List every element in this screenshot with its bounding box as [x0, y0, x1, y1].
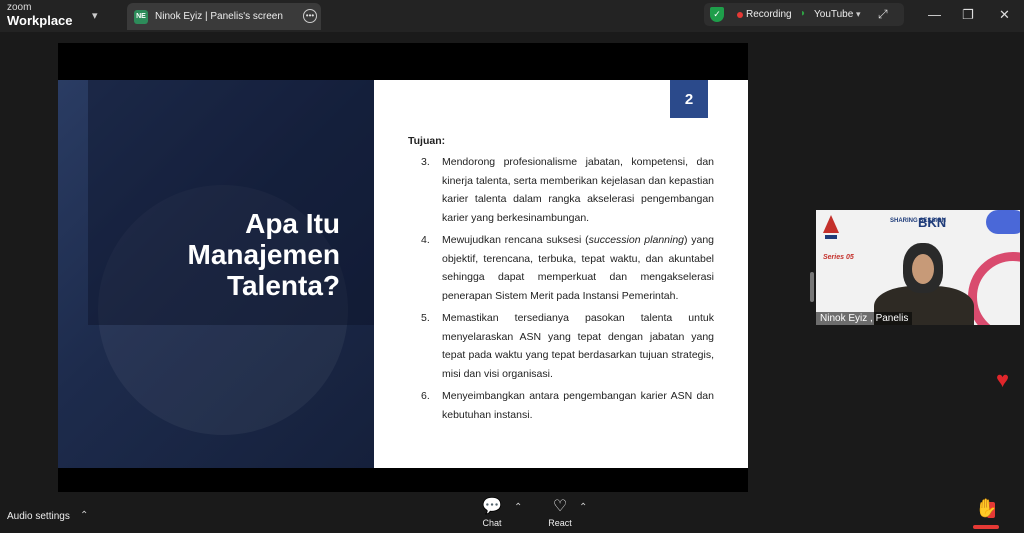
- app-brand: zoom Workplace: [7, 2, 73, 28]
- slide-title: Apa Itu Manajemen Talenta?: [188, 208, 341, 301]
- shield-icon[interactable]: ✓: [710, 7, 724, 22]
- tab-avatar-badge: NE: [134, 9, 148, 24]
- list-item-number: 3.: [421, 156, 430, 168]
- background-series-text: Series 05: [823, 254, 854, 261]
- slide-title-line: Talenta?: [226, 270, 340, 301]
- list-item-number: 4.: [421, 234, 430, 246]
- minimize-button[interactable]: —: [928, 7, 941, 22]
- close-button[interactable]: ✕: [999, 7, 1010, 23]
- chevron-up-icon[interactable]: ⌃: [579, 502, 587, 513]
- chevron-up-icon[interactable]: ⌃: [80, 510, 88, 521]
- list-item: 3. Mendorong profesionalisme jabatan, ko…: [421, 153, 714, 227]
- recording-bar: ✓ Recording ◗ YouTube ▾ ⤢: [704, 3, 904, 26]
- bkn-logo-icon: [823, 215, 839, 239]
- chevron-down-icon[interactable]: ▾: [856, 9, 861, 20]
- chat-label: Chat: [482, 518, 502, 528]
- chat-icon: 💬: [482, 498, 502, 515]
- signal-icon: ◗: [800, 8, 807, 19]
- tab-title: Ninok Eyiz | Panelis's screen: [155, 11, 283, 22]
- slide-title-line: Apa Itu: [245, 208, 340, 239]
- screen-share-tab[interactable]: NE Ninok Eyiz | Panelis's screen •••: [127, 3, 321, 30]
- chevron-down-icon[interactable]: ▾: [92, 9, 98, 22]
- list-item-text: Mendorong profesionalisme jabatan, kompe…: [442, 156, 714, 224]
- chat-button[interactable]: 💬 Chat: [478, 498, 506, 528]
- list-item-emphasis: succession planning: [588, 234, 685, 246]
- panel-resize-handle[interactable]: [810, 272, 814, 302]
- list-item-text: Menyeimbangkan antara pengembangan karie…: [442, 390, 714, 421]
- expand-icon[interactable]: ⤢: [878, 7, 888, 22]
- recording-label[interactable]: Recording: [746, 9, 792, 20]
- objectives-list: 3. Mendorong profesionalisme jabatan, ko…: [421, 153, 714, 428]
- decorative-ring: [968, 252, 1020, 325]
- meeting-toolbar: Audio settings ⌃ 💬 Chat ⌃ ♡ React ⌃ ✋: [0, 492, 1024, 533]
- list-item-number: 6.: [421, 390, 430, 402]
- recording-dot-icon: [737, 12, 743, 18]
- list-item-text: Mewujudkan rencana suksesi (succession p…: [442, 231, 714, 305]
- list-item-text: Memastikan tersedianya pasokan talenta u…: [442, 312, 714, 380]
- background-bkn-text: BKN: [918, 215, 947, 230]
- heart-reaction-icon: ♥: [996, 367, 1010, 392]
- decorative-shape: [986, 210, 1020, 234]
- slide-page-number: 2: [670, 80, 708, 118]
- react-icon: ♡: [552, 498, 568, 515]
- list-item: 5. Memastikan tersedianya pasokan talent…: [421, 309, 714, 383]
- list-item: 6. Menyeimbangkan antara pengembangan ka…: [421, 387, 714, 424]
- list-item: 4. Mewujudkan rencana suksesi (successio…: [421, 231, 714, 305]
- chevron-up-icon[interactable]: ⌃: [514, 502, 522, 513]
- list-item-number: 5.: [421, 312, 430, 324]
- title-bar: zoom Workplace ▾ NE Ninok Eyiz | Panelis…: [0, 0, 1024, 32]
- brand-line1: zoom: [7, 2, 32, 13]
- livestream-label[interactable]: YouTube: [814, 9, 853, 20]
- participant-face: [912, 254, 934, 284]
- react-button[interactable]: ♡ React: [546, 498, 574, 528]
- brand-line2: Workplace: [7, 13, 73, 28]
- slide-title-line: Manajemen: [187, 239, 341, 270]
- list-item-text-part: Mewujudkan rencana suksesi (: [442, 234, 589, 246]
- raise-hand-indicator: [973, 525, 999, 529]
- participant-video-tile[interactable]: SHARING SESSION BKN Series 05 Ninok Eyiz…: [816, 210, 1020, 325]
- restore-button[interactable]: ❐: [962, 7, 974, 23]
- participant-name-label: Ninok Eyiz , Panelis: [816, 312, 913, 325]
- audio-settings-button[interactable]: Audio settings: [7, 511, 70, 522]
- more-options-icon[interactable]: •••: [303, 9, 317, 23]
- slide-heading: Tujuan:: [408, 135, 446, 147]
- raise-hand-icon[interactable]: ✋: [975, 498, 997, 519]
- slide-content-panel: 2 Tujuan: 3. Mendorong profesionalisme j…: [374, 80, 748, 468]
- slide-title-panel: Apa Itu Manajemen Talenta?: [58, 80, 374, 468]
- react-label: React: [548, 518, 572, 528]
